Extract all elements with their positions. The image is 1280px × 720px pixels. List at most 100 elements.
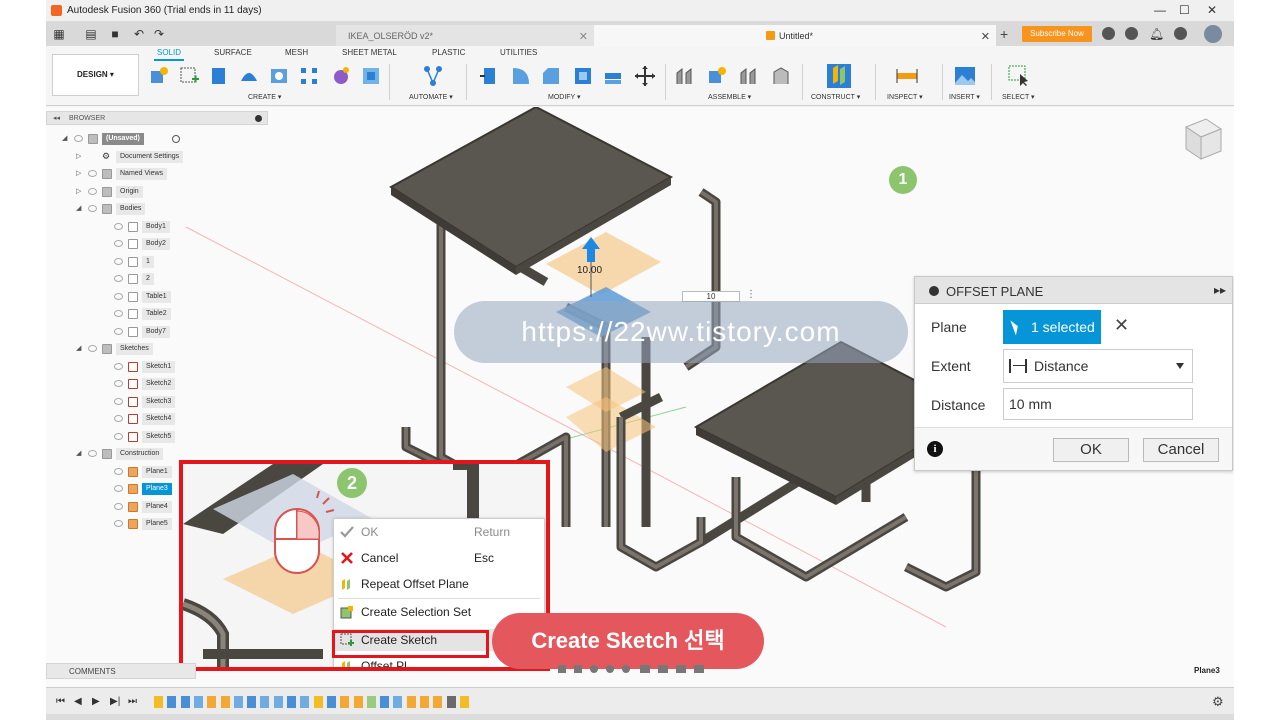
timeline-feature-icon[interactable] — [167, 696, 177, 708]
workspace-switcher-button[interactable]: DESIGN ▾ — [52, 54, 139, 96]
menu-item-cancel[interactable]: Cancel Esc — [334, 547, 544, 569]
tab-ikea-olserod[interactable]: IKEA_OLSERÖD v2* ✕ — [336, 25, 594, 46]
gear-icon[interactable]: ⚙ — [1212, 694, 1224, 710]
clear-icon[interactable]: ✕ — [1114, 315, 1129, 336]
activate-radio-icon[interactable] — [172, 135, 180, 143]
grid-icon[interactable]: ▦ — [52, 27, 66, 41]
browser-item-sketch1[interactable]: Sketch1 — [46, 360, 268, 374]
browser-item-sketch3[interactable]: Sketch3 — [46, 395, 268, 409]
browser-item-1[interactable]: 1 — [46, 255, 268, 269]
eye-icon[interactable] — [88, 345, 97, 352]
shell-icon[interactable] — [572, 65, 594, 87]
timeline-feature-icon[interactable] — [207, 696, 217, 708]
eye-icon[interactable] — [88, 187, 97, 195]
collapse-icon[interactable]: ◢ — [76, 204, 81, 212]
tab-surface[interactable]: SURFACE — [214, 48, 252, 57]
job-status-icon[interactable] — [1125, 27, 1138, 40]
timeline-feature-icon[interactable] — [260, 696, 270, 708]
group-automate[interactable]: AUTOMATE ▾ — [409, 93, 453, 101]
create-sketch-icon[interactable] — [178, 65, 200, 87]
close-icon[interactable]: ✕ — [1207, 3, 1217, 17]
browser-item-bodies[interactable]: ◢ Bodies — [46, 202, 268, 216]
eye-icon[interactable] — [114, 502, 123, 510]
menu-item-repeat-offset-plane[interactable]: Repeat Offset Plane — [334, 573, 544, 595]
timeline-feature-icon[interactable] — [287, 696, 296, 708]
tab-utilities[interactable]: UTILITIES — [500, 48, 537, 57]
expand-icon[interactable]: ▷ — [76, 152, 81, 160]
group-select[interactable]: SELECT ▾ — [1002, 93, 1035, 101]
timeline-feature-icon[interactable] — [420, 696, 429, 708]
timeline-feature-icon[interactable] — [313, 696, 323, 708]
more-options-icon[interactable]: ⋮ — [746, 289, 756, 300]
collapse-icon[interactable]: ◢ — [76, 344, 81, 352]
subscribe-button[interactable]: Subscribe Now — [1022, 26, 1092, 42]
plane-selection-button[interactable]: 1 selected — [1003, 310, 1101, 344]
combine-icon[interactable] — [602, 65, 624, 87]
eye-icon[interactable] — [114, 362, 123, 370]
eye-icon[interactable] — [114, 485, 123, 492]
timeline-start-icon[interactable]: ⏮ — [56, 696, 65, 707]
group-modify[interactable]: MODIFY ▾ — [548, 93, 581, 101]
distance-input[interactable] — [1003, 388, 1193, 420]
eye-icon[interactable] — [114, 292, 123, 300]
as-built-joint-icon[interactable] — [738, 65, 760, 87]
timeline-feature-icon[interactable] — [154, 696, 163, 708]
canvas-viewport[interactable]: 10.00 10 ⋮ ◂◂ BROWSER ◢ (Unsaved) ▷ ⚙ Docume… — [46, 107, 1234, 687]
browser-item-body2[interactable]: Body2 — [46, 237, 268, 251]
form-icon[interactable] — [330, 65, 352, 87]
eye-icon[interactable] — [88, 205, 97, 212]
browser-item-sketches[interactable]: ◢ Sketches — [46, 342, 268, 356]
minimize-icon[interactable]: — — [1154, 3, 1166, 17]
pattern-icon[interactable] — [298, 65, 320, 87]
timeline-feature-icon[interactable] — [247, 696, 257, 708]
chamfer-icon[interactable] — [540, 65, 562, 87]
browser-item-construction[interactable]: ◢ Construction — [46, 447, 268, 461]
browser-item-table1[interactable]: Table1 — [46, 290, 268, 304]
file-icon[interactable]: ▤ — [84, 27, 98, 41]
close-icon[interactable]: ✕ — [981, 30, 990, 43]
eye-icon[interactable] — [114, 310, 123, 317]
eye-icon[interactable] — [114, 275, 123, 282]
extensions-icon[interactable] — [1102, 27, 1115, 40]
timeline-end-icon[interactable]: ⏭ — [128, 696, 137, 707]
notifications-icon[interactable]: 🔔︎ — [1149, 27, 1164, 41]
automate-icon[interactable] — [422, 65, 444, 87]
browser-item-named-views[interactable]: ▷ Named Views — [46, 167, 268, 181]
eye-icon[interactable] — [114, 380, 123, 387]
joint-icon[interactable] — [674, 65, 696, 87]
menu-item-ok[interactable]: OK Return — [334, 521, 544, 543]
eye-icon[interactable] — [114, 520, 123, 527]
tab-untitled[interactable]: Untitled* ✕ — [594, 25, 996, 46]
move-icon[interactable] — [634, 65, 656, 87]
collapse-icon[interactable]: ◂◂ — [53, 114, 60, 122]
info-icon[interactable]: i — [927, 441, 943, 457]
dialog-collapse-icon[interactable] — [929, 286, 939, 296]
insert-image-icon[interactable] — [954, 65, 976, 87]
browser-item-body1[interactable]: Body1 — [46, 220, 268, 234]
timeline-feature-icon[interactable] — [340, 696, 350, 708]
eye-icon[interactable] — [114, 467, 123, 475]
timeline-play-icon[interactable]: ▶ — [92, 696, 100, 707]
timeline-feature-icon[interactable] — [353, 696, 363, 708]
browser-item-sketch2[interactable]: Sketch2 — [46, 377, 268, 391]
eye-icon[interactable] — [114, 432, 123, 440]
mirror-icon[interactable] — [360, 65, 382, 87]
browser-item-2[interactable]: 2 — [46, 272, 268, 286]
group-insert[interactable]: INSERT ▾ — [949, 93, 980, 101]
timeline-feature-icon[interactable] — [233, 696, 243, 708]
tab-plastic[interactable]: PLASTIC — [432, 48, 465, 57]
tab-solid[interactable]: SOLID — [157, 48, 181, 57]
timeline-feature-icon[interactable] — [393, 696, 403, 708]
new-component-icon[interactable] — [148, 65, 170, 87]
collapse-icon[interactable]: ◢ — [76, 449, 81, 457]
timeline-feature-icon[interactable] — [433, 696, 443, 708]
save-icon[interactable]: ■ — [108, 27, 122, 41]
expand-icon[interactable]: ▷ — [76, 169, 81, 177]
timeline-forward-icon[interactable]: ▶| — [110, 696, 120, 707]
maximize-icon[interactable]: ☐ — [1179, 3, 1190, 17]
new-component-assemble-icon[interactable] — [706, 65, 728, 87]
browser-item-unsaved[interactable]: ◢ (Unsaved) — [46, 132, 268, 146]
timeline-feature-icon[interactable] — [406, 696, 416, 708]
hole-icon[interactable] — [268, 65, 290, 87]
expand-icon[interactable]: ▷ — [76, 187, 81, 195]
